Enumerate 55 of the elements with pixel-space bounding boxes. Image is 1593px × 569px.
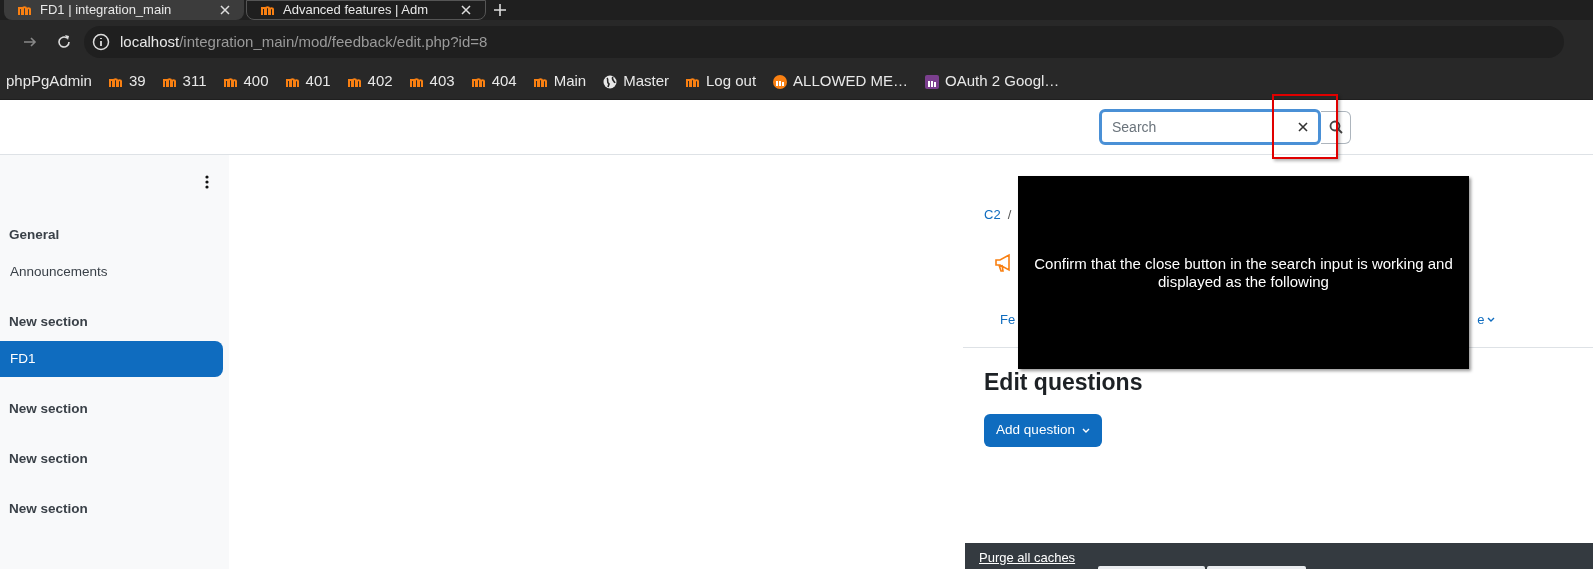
section-link[interactable]: General	[0, 217, 223, 253]
moodle-icon	[18, 5, 32, 15]
nav-tab[interactable]: e	[1477, 310, 1496, 330]
megaphone-icon	[994, 253, 1012, 273]
clear-button[interactable]	[1298, 122, 1308, 132]
more-icon	[205, 175, 209, 189]
moodle-icon	[261, 5, 275, 15]
highlight-frame	[1272, 94, 1338, 159]
chevron-down-icon	[1487, 317, 1496, 323]
tab-title: Advanced features | Adm	[283, 2, 430, 18]
url-text: localhost/integration_main/mod/feedback/edit.php?id=8	[120, 31, 488, 52]
bookmark[interactable]: Master	[603, 70, 670, 93]
breadcrumb-separator: /	[1007, 206, 1012, 225]
bookmark[interactable]: phpPgAdmin	[6, 70, 92, 93]
search-field[interactable]: Search	[1099, 109, 1321, 145]
section-link[interactable]: New section	[0, 441, 223, 477]
close-icon	[1298, 122, 1308, 132]
browser-tab[interactable]: FD1 | integration_main	[4, 0, 244, 20]
add-question-button[interactable]: Add question	[984, 414, 1102, 447]
search-input[interactable]: Search	[1112, 116, 1262, 138]
activity-link[interactable]: FD1	[0, 341, 223, 377]
section-link[interactable]: New section	[0, 491, 223, 527]
bookmark[interactable]: Log out	[686, 70, 757, 93]
browser-tab[interactable]: Advanced features | Adm	[246, 0, 486, 20]
close-icon	[220, 5, 230, 15]
bookmark[interactable]: 39	[108, 70, 146, 93]
chevron-down-icon	[1081, 427, 1090, 434]
bookmark[interactable]: 311	[162, 70, 207, 93]
bookmark[interactable]: 403	[409, 70, 455, 93]
bookmark[interactable]: Main	[533, 70, 587, 93]
page-heading: Edit questions	[984, 368, 1144, 396]
globe-icon	[603, 73, 618, 90]
address-bar[interactable]: localhost/integration_main/mod/feedback/edit.php?id=8	[84, 26, 1564, 58]
tab-title: FD1 | integration_main	[40, 2, 173, 18]
plus-icon	[494, 4, 506, 16]
reload-icon	[56, 34, 72, 50]
moodle-icon	[773, 73, 788, 90]
annotation-text: Confirm that the close button in the search input is working and displayed as the following	[1033, 254, 1454, 291]
info-icon	[92, 33, 110, 51]
section-link[interactable]: New section	[0, 391, 223, 427]
section-link[interactable]: New section	[0, 304, 223, 340]
moodle-icon	[925, 73, 940, 90]
bookmark[interactable]: 401	[285, 70, 331, 93]
bookmark[interactable]: 404	[471, 70, 517, 93]
bookmark[interactable]: 400	[223, 70, 269, 93]
bookmark[interactable]: 402	[347, 70, 393, 93]
purge-caches-link[interactable]: Purge all caches	[979, 550, 1076, 565]
nav-tab[interactable]: Fe	[1000, 310, 1016, 330]
bookmark[interactable]: OAuth 2 Googl…	[925, 70, 1060, 93]
close-icon	[461, 5, 471, 15]
search-button[interactable]	[1321, 110, 1351, 144]
bookmark[interactable]: ALLOWED ME…	[773, 70, 909, 93]
activity-link[interactable]: Announcements	[0, 254, 223, 290]
breadcrumb-link[interactable]: C2	[984, 205, 1001, 225]
search-icon	[1328, 120, 1343, 134]
